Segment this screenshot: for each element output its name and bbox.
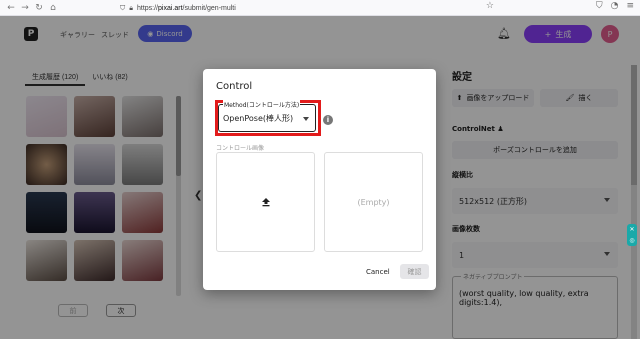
method-value: OpenPose(棒人形) (223, 114, 294, 123)
circle-icon[interactable]: ◎ (629, 237, 634, 244)
bookmark-star-icon[interactable]: ☆ (486, 1, 494, 11)
control-image-label: コントロール画像 (216, 145, 265, 152)
reload-icon[interactable]: ↻ (32, 1, 46, 15)
menu-icon[interactable]: ≡ (626, 1, 634, 11)
control-preview-empty: (Empty) (324, 152, 423, 252)
address-bar[interactable]: ⛉ 🔒︎ https://pixai.art/submit/gen-multi (120, 2, 490, 14)
side-widget[interactable]: ✕ ◎ (627, 224, 637, 246)
back-icon[interactable]: ← (4, 1, 18, 15)
close-icon[interactable]: ✕ (629, 226, 634, 233)
upload-icon (261, 198, 270, 207)
control-image-upload[interactable] (216, 152, 315, 252)
shield-icon: ⛉ (120, 3, 126, 12)
browser-toolbar: ← → ↻ ⌂ ⛉ 🔒︎ https://pixai.art/submit/ge… (0, 0, 640, 16)
forward-icon[interactable]: → (18, 1, 32, 15)
control-dialog: Control Method(コントロール方法) OpenPose(棒人形) i… (203, 69, 436, 290)
lock-icon: 🔒︎ (129, 3, 133, 12)
caret-down-icon (303, 117, 309, 121)
info-icon[interactable]: i (323, 115, 333, 125)
profile-icon[interactable]: ◔ (611, 1, 619, 11)
home-icon[interactable]: ⌂ (46, 1, 60, 15)
pocket-icon[interactable]: ⛉ (596, 1, 603, 11)
url-text: https://pixai.art/submit/gen-multi (136, 4, 236, 12)
cancel-button[interactable]: Cancel (366, 268, 390, 276)
modal-backdrop-header (0, 16, 640, 54)
confirm-button[interactable]: 確認 (400, 264, 429, 279)
method-label: Method(コントロール方法) (223, 100, 301, 109)
dialog-title: Control (216, 81, 253, 92)
